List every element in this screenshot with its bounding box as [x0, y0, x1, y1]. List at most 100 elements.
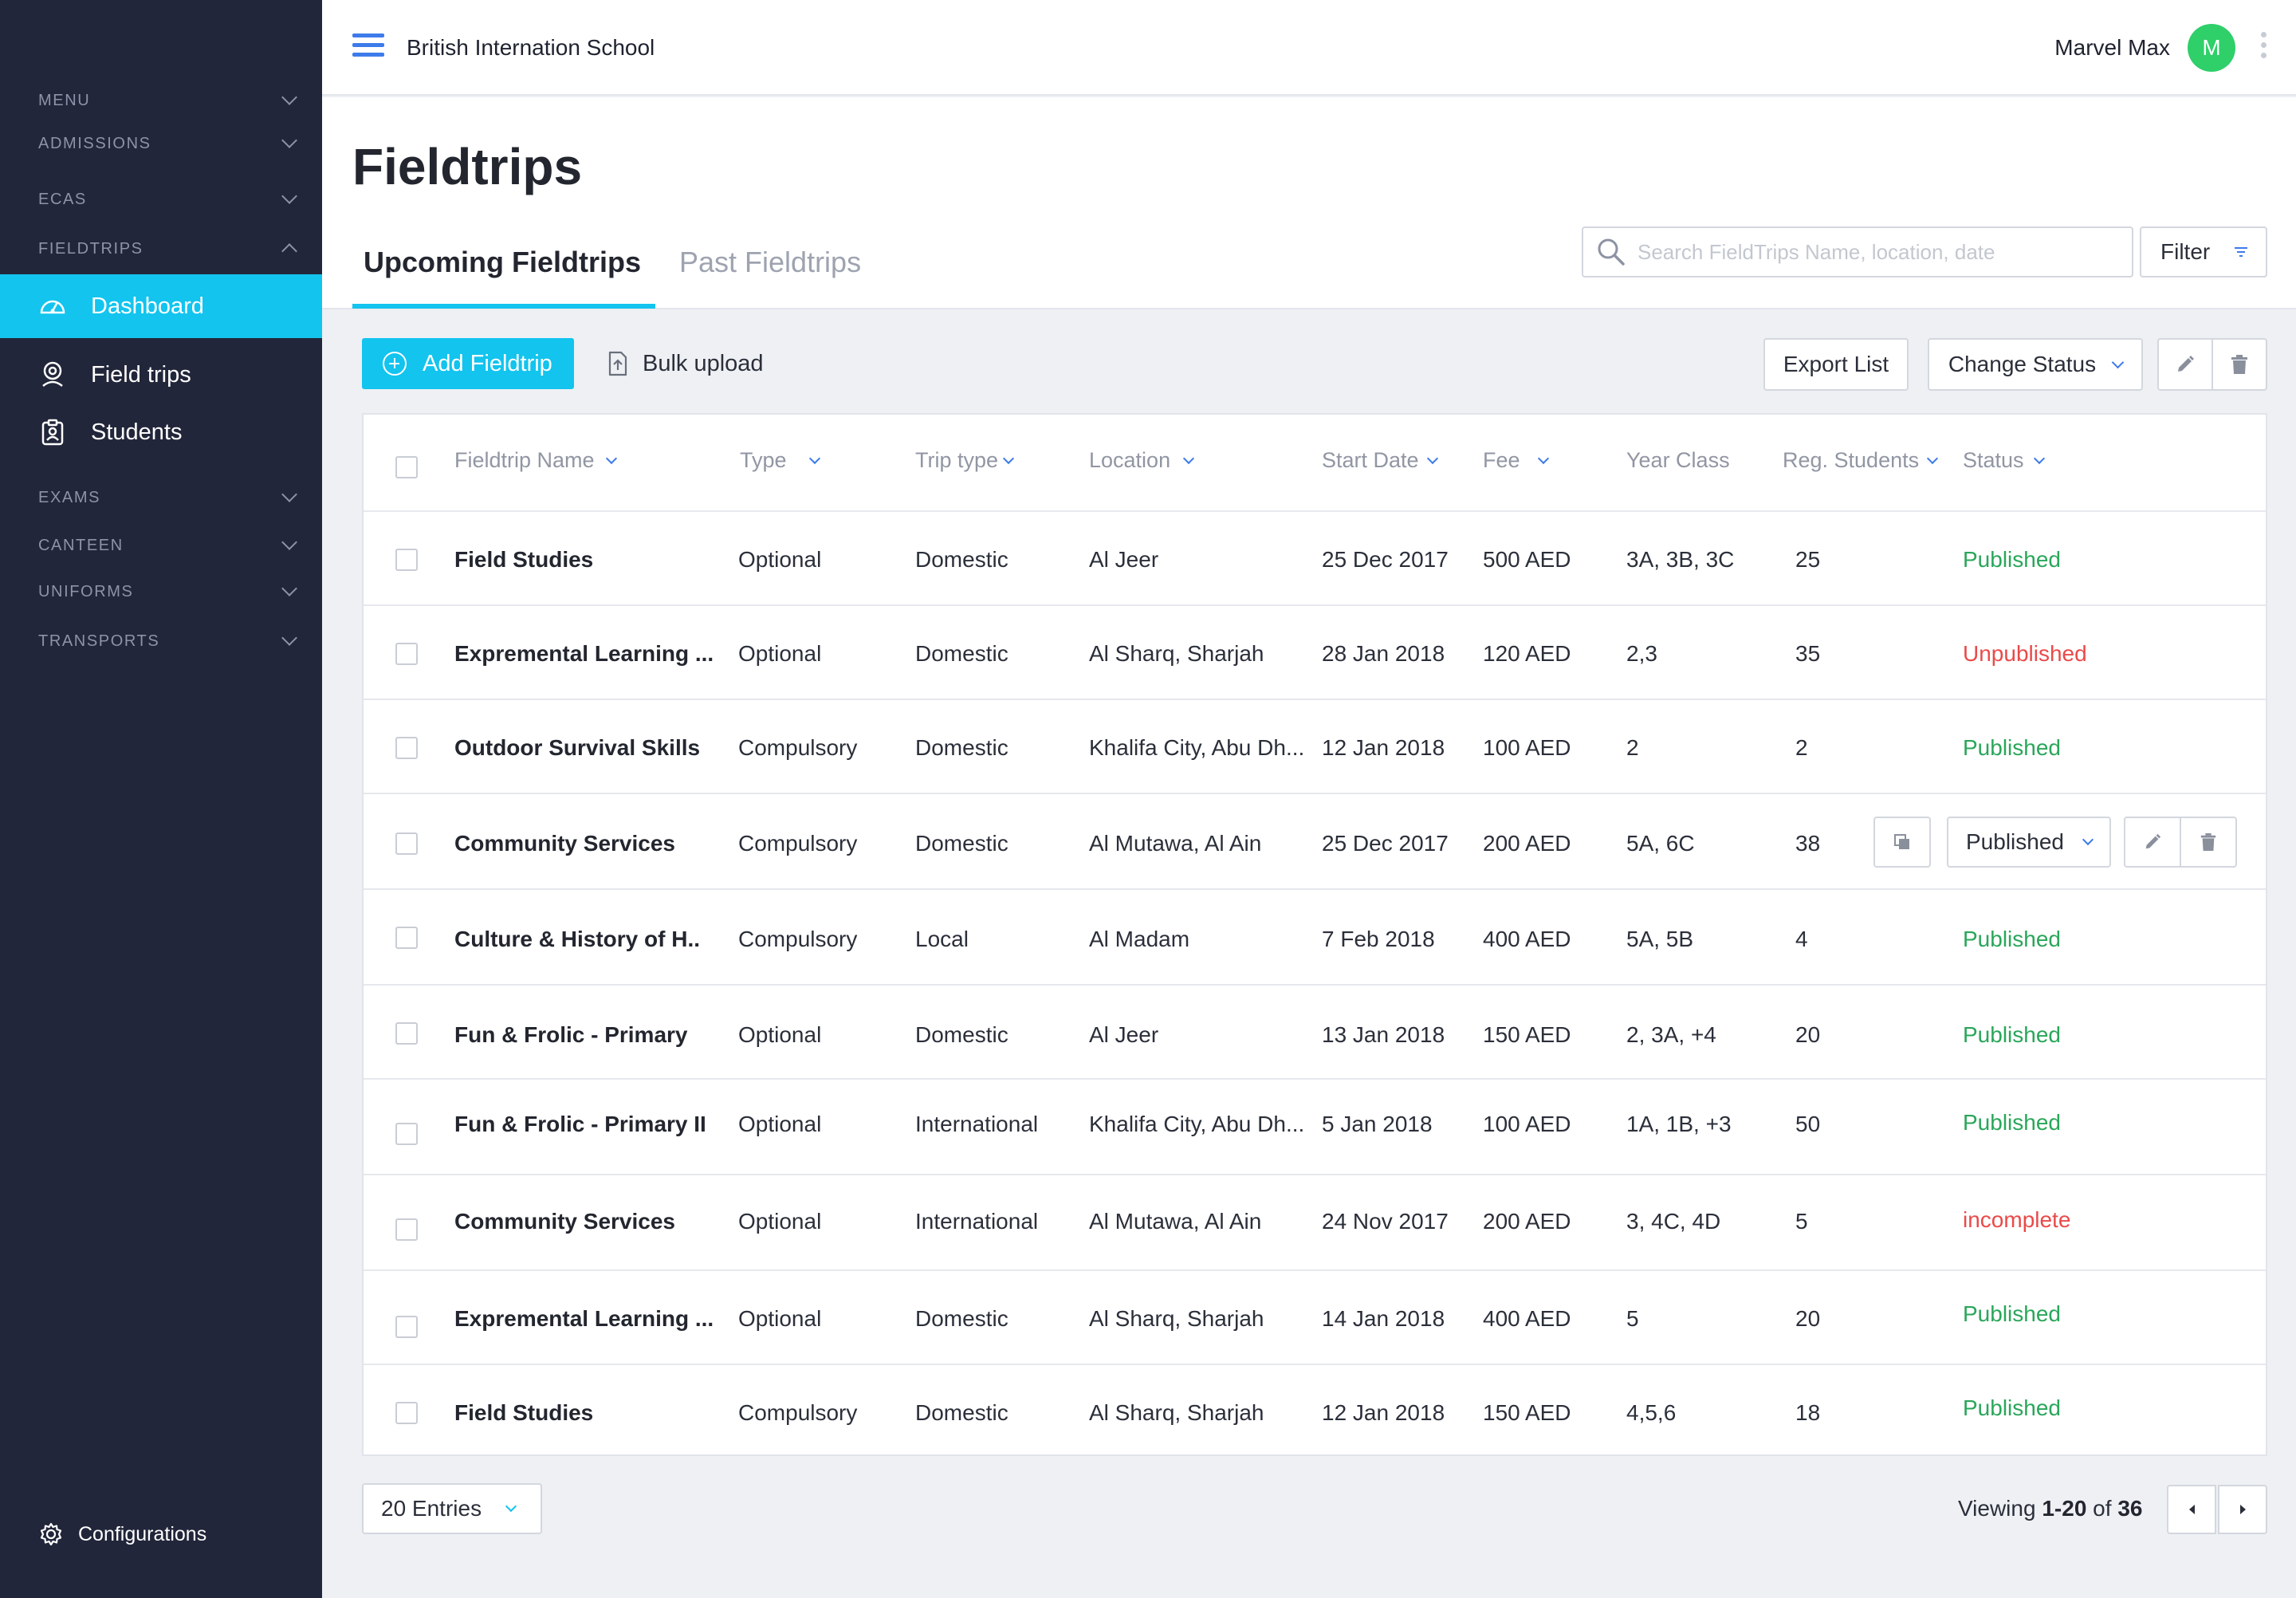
viewing-range: 1-20: [2042, 1496, 2087, 1521]
cell-start-date: 7 Feb 2018: [1322, 927, 1435, 951]
add-fieldtrip-label: Add Fieldtrip: [423, 350, 552, 376]
next-page-button[interactable]: [2218, 1485, 2267, 1534]
previous-page-button[interactable]: [2167, 1485, 2216, 1534]
pencil-icon: [2145, 833, 2161, 849]
row-checkbox[interactable]: [395, 1218, 418, 1241]
column-header-label: Trip type: [915, 448, 999, 472]
column-header-label: Fieldtrip Name: [454, 448, 595, 472]
row-checkbox[interactable]: [395, 1123, 418, 1145]
section-fieldtrips[interactable]: FIELDTRIPS: [38, 234, 301, 263]
cell-year-class: 4,5,6: [1626, 1400, 1677, 1425]
table-row[interactable]: Community Services Optional Internationa…: [364, 1175, 2266, 1271]
row-checkbox[interactable]: [395, 549, 418, 571]
row-checkbox[interactable]: [395, 1022, 418, 1045]
bulk-delete-button[interactable]: [2211, 338, 2267, 391]
section-exams[interactable]: EXAMS: [38, 483, 301, 512]
cell-name[interactable]: Fun & Frolic - Primary: [454, 1022, 688, 1048]
table-row[interactable]: Fun & Frolic - Primary Optional Domestic…: [364, 986, 2266, 1080]
row-checkbox[interactable]: [395, 927, 418, 949]
table-row[interactable]: Expremental Learning ... Optional Domest…: [364, 606, 2266, 700]
section-ecas[interactable]: ECAS: [38, 185, 301, 214]
hamburger-menu-icon[interactable]: [352, 33, 384, 62]
sidebar-item-dashboard[interactable]: Dashboard: [0, 274, 322, 338]
bulk-edit-button[interactable]: [2157, 338, 2213, 391]
configurations-link[interactable]: Configurations: [38, 1521, 206, 1547]
column-header-status[interactable]: Status: [1963, 448, 2045, 473]
table-row[interactable]: Fun & Frolic - Primary II Optional Inter…: [364, 1080, 2266, 1175]
avatar[interactable]: M: [2188, 24, 2235, 72]
row-checkbox[interactable]: [395, 832, 418, 855]
row-edit-button[interactable]: [2124, 817, 2181, 868]
column-header-type[interactable]: Type: [740, 448, 820, 473]
section-admissions[interactable]: ADMISSIONS: [38, 129, 301, 158]
table-row[interactable]: Culture & History of H.. Compulsory Loca…: [364, 890, 2266, 986]
change-status-dropdown[interactable]: Change Status: [1928, 338, 2143, 391]
column-header-fee[interactable]: Fee: [1483, 448, 1549, 473]
cell-fee: 100 AED: [1483, 1112, 1571, 1136]
bulk-upload-button[interactable]: Bulk upload: [607, 338, 764, 389]
active-tab-indicator: [352, 304, 655, 309]
plus-circle-icon: [383, 352, 407, 376]
select-all-checkbox[interactable]: [395, 456, 418, 478]
cell-location: Al Sharq, Sharjah: [1089, 1306, 1264, 1331]
cell-year-class: 2,3: [1626, 641, 1657, 666]
column-header-start-date[interactable]: Start Date: [1322, 448, 1438, 473]
cell-name[interactable]: Field Studies: [454, 547, 593, 573]
add-fieldtrip-button[interactable]: Add Fieldtrip: [362, 338, 574, 389]
filter-button[interactable]: Filter: [2140, 226, 2267, 277]
cell-name[interactable]: Expremental Learning ...: [454, 1306, 714, 1332]
duplicate-button[interactable]: [1873, 817, 1931, 868]
cell-name[interactable]: Outdoor Survival Skills: [454, 735, 700, 761]
column-header-location[interactable]: Location: [1089, 448, 1195, 473]
status-badge: Published: [1963, 1301, 2061, 1326]
user-name[interactable]: Marvel Max: [2054, 35, 2170, 61]
more-options-icon[interactable]: [2261, 32, 2267, 63]
dashboard-icon: [38, 292, 67, 321]
column-header-trip-type[interactable]: Trip type: [915, 448, 1015, 473]
table-row[interactable]: Community Services Compulsory Domestic A…: [364, 794, 2266, 890]
cell-location: Al Mutawa, Al Ain: [1089, 831, 1262, 856]
cell-year-class: 3, 4C, 4D: [1626, 1209, 1721, 1234]
section-label: FIELDTRIPS: [38, 239, 144, 258]
section-canteen[interactable]: CANTEEN: [38, 531, 301, 560]
cell-trip-type: Domestic: [915, 1022, 1008, 1047]
table-row[interactable]: Outdoor Survival Skills Compulsory Domes…: [364, 700, 2266, 794]
cell-name[interactable]: Expremental Learning ...: [454, 641, 714, 667]
table-row[interactable]: Field Studies Compulsory Domestic Al Sha…: [364, 1365, 2266, 1454]
cell-type: Optional: [738, 1209, 822, 1234]
trash-icon: [2200, 833, 2216, 851]
cell-name[interactable]: Culture & History of H..: [454, 927, 700, 952]
cell-name[interactable]: Community Services: [454, 1209, 675, 1234]
column-header-name[interactable]: Fieldtrip Name: [454, 448, 617, 473]
export-list-button[interactable]: Export List: [1763, 338, 1909, 391]
row-status-dropdown[interactable]: Published: [1947, 817, 2111, 868]
section-uniforms[interactable]: UNIFORMS: [38, 577, 301, 606]
row-checkbox[interactable]: [395, 737, 418, 759]
row-checkbox[interactable]: [395, 1316, 418, 1338]
table-row[interactable]: Field Studies Optional Domestic Al Jeer …: [364, 512, 2266, 606]
tab-past-fieldtrips[interactable]: Past Fieldtrips: [679, 246, 861, 279]
chevron-down-icon: [2082, 833, 2094, 846]
sidebar-item-students[interactable]: Students: [0, 400, 322, 464]
entries-per-page-select[interactable]: 20 Entries: [362, 1483, 542, 1534]
section-menu[interactable]: MENU: [38, 86, 301, 115]
cell-fee: 150 AED: [1483, 1400, 1571, 1425]
cell-start-date: 14 Jan 2018: [1322, 1306, 1445, 1331]
student-badge-icon: [38, 418, 67, 447]
section-transports[interactable]: TRANSPORTS: [38, 627, 301, 655]
row-checkbox[interactable]: [395, 643, 418, 665]
cell-name[interactable]: Community Services: [454, 831, 675, 856]
cell-trip-type: Domestic: [915, 547, 1008, 572]
cell-name[interactable]: Fun & Frolic - Primary II: [454, 1112, 706, 1137]
search-input[interactable]: [1637, 239, 2116, 265]
tab-upcoming-fieldtrips[interactable]: Upcoming Fieldtrips: [364, 246, 641, 279]
column-header-label: Fee: [1483, 448, 1520, 472]
table-row[interactable]: Expremental Learning ... Optional Domest…: [364, 1271, 2266, 1365]
row-delete-button[interactable]: [2180, 817, 2237, 868]
sidebar-item-field-trips[interactable]: Field trips: [0, 343, 322, 407]
location-pin-icon: [38, 360, 67, 389]
row-checkbox[interactable]: [395, 1402, 418, 1424]
column-header-reg-students[interactable]: Reg. Students: [1783, 448, 1939, 473]
cell-reg-students: 5: [1795, 1209, 1808, 1234]
cell-name[interactable]: Field Studies: [454, 1400, 593, 1426]
